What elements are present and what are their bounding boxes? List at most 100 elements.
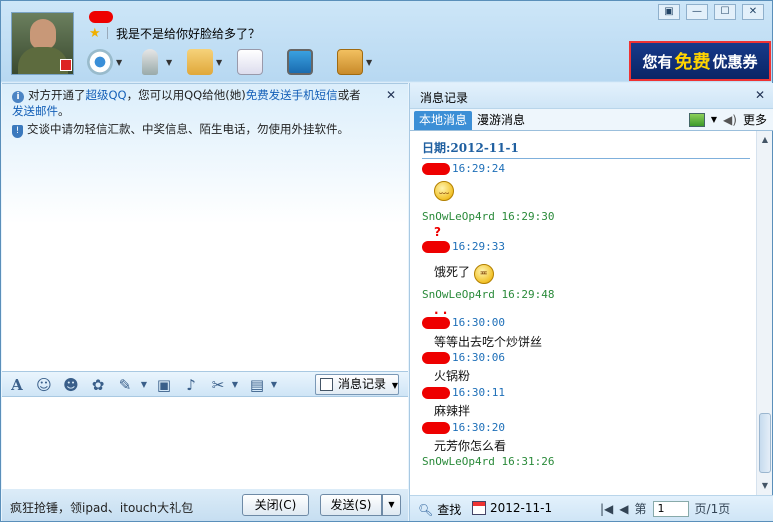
scroll-up-icon[interactable]: ▲	[758, 133, 772, 147]
message-time: 16:29:24	[452, 162, 505, 175]
list-item: 麻辣拌	[422, 402, 752, 420]
promo-link[interactable]: 疯狂抢锤，领ipad、itouch大礼包	[10, 499, 193, 516]
sender-name-redacted	[422, 351, 450, 364]
chevron-down-icon[interactable]: ▼	[711, 115, 717, 124]
sender-name-redacted	[422, 240, 450, 253]
history-close-button[interactable]: ✕	[755, 88, 765, 102]
message-history-panel: 消息记录 ✕ 本地消息 漫游消息 ▼ ◀) 更多 日期:2012-11-1 16…	[409, 83, 773, 521]
apps-button[interactable]	[237, 47, 283, 77]
super-qq-link[interactable]: 超级QQ	[86, 88, 127, 102]
tab-local-messages[interactable]: 本地消息	[414, 111, 473, 130]
minimize-button[interactable]: —	[686, 4, 708, 20]
remote-assist-button[interactable]	[287, 47, 333, 77]
prev-page-icon[interactable]: ◀	[619, 502, 628, 516]
message-record-button[interactable]: 消息记录 ▼	[315, 374, 399, 395]
history-footer: 🔍︎ 查找 2012-11-1 |◀ ◀ 第 页/1页	[410, 495, 773, 521]
speaker-icon[interactable]: ◀)	[723, 113, 737, 127]
maximize-button[interactable]: ☐	[714, 4, 736, 20]
sender-name-redacted	[422, 421, 450, 434]
voice-call-button[interactable]: ▼	[137, 47, 183, 77]
message-text: ?	[434, 225, 441, 239]
scribble-icon[interactable]: ✎	[116, 376, 134, 394]
list-item: . .	[422, 303, 752, 317]
info-icon: i	[12, 91, 24, 103]
video-call-button[interactable]: ▼	[87, 47, 133, 77]
contact-avatar[interactable]	[11, 12, 74, 75]
webcam-icon	[87, 49, 113, 75]
close-window-button[interactable]: ✕	[742, 4, 764, 20]
history-scrollbar[interactable]: ▲ ▼	[756, 131, 772, 495]
send-button[interactable]: 发送(S)	[320, 494, 382, 516]
chevron-down-icon: ▼	[391, 381, 398, 390]
shield-icon: !	[12, 125, 23, 138]
contact-name-redacted	[89, 11, 113, 23]
first-page-icon[interactable]: |◀	[600, 502, 613, 516]
more-apps-button[interactable]: ▼	[337, 47, 383, 77]
star-icon: ★	[89, 26, 101, 41]
emoji-icon[interactable]: ☺	[35, 376, 53, 394]
coupon-ad-banner[interactable]: 您有 免费 优惠券	[629, 41, 771, 81]
more-button[interactable]: 更多	[743, 111, 767, 128]
chat-footer: 疯狂抢锤，领ipad、itouch大礼包 关闭(C) 发送(S) ▼	[2, 489, 408, 521]
avatar-face	[30, 19, 56, 49]
message-time: 16:30:06	[452, 351, 505, 364]
message-time: SnOwLeOp4rd 16:29:30	[422, 210, 555, 223]
export-icon[interactable]	[688, 112, 705, 127]
history-tools: ▼ ◀) 更多	[688, 111, 767, 128]
close-button[interactable]: 关闭(C)	[242, 494, 309, 516]
chevron-down-icon[interactable]: ▼	[135, 376, 153, 394]
message-input[interactable]	[2, 397, 408, 489]
sender-name-redacted	[422, 162, 450, 175]
free-sms-link[interactable]: 免费发送手机短信	[246, 88, 338, 102]
chevron-down-icon[interactable]: ▼	[265, 376, 283, 394]
search-button[interactable]: 🔍︎ 查找	[418, 501, 461, 518]
list-item: 16:29:24	[422, 161, 752, 181]
list-item: SnOwLeOp4rd 16:31:26	[422, 454, 752, 470]
date-picker[interactable]: 2012-11-1	[472, 501, 552, 515]
history-message-list: 16:29:24 ﹏ SnOwLeOp4rd 16:29:30 ? 16:29:…	[422, 161, 752, 470]
ad-text-highlight: 免费	[674, 52, 711, 73]
format-toolbar: A ☺ ☻ ✿ ✎ ▼ ▣ ♪ ✂ ▼ ▤ ▼ 消息记录 ▼	[2, 371, 408, 397]
monitor-icon	[287, 49, 313, 75]
list-item: 火锅粉	[422, 367, 752, 385]
music-icon[interactable]: ♪	[182, 376, 200, 394]
message-text: 元芳你怎么看	[434, 439, 507, 453]
notice-text: 或者	[337, 88, 361, 102]
notebook-icon	[337, 49, 363, 75]
chevron-down-icon[interactable]: ▼	[166, 58, 172, 67]
avatar-badge	[60, 59, 72, 71]
chevron-down-icon[interactable]: ▼	[216, 58, 222, 67]
scissors-icon[interactable]: ✂	[209, 376, 227, 394]
sender-name-redacted	[422, 386, 450, 399]
tab-roaming-messages[interactable]: 漫游消息	[472, 111, 530, 130]
contact-signature: 我是不是给你好脸给多了？	[116, 27, 261, 41]
send-file-button[interactable]: ▼	[187, 47, 233, 77]
page-number-input[interactable]	[652, 500, 689, 517]
page-prefix: 第	[634, 502, 647, 516]
chat-window: ★ 我是不是给你好脸给多了？ ▼ ▼ ▼ ▼ 您有 免费 优惠券 ▣ — ☐ ✕…	[0, 0, 773, 522]
qq-notice: i 对方开通了超级QQ，您可以用QQ给他(她)免费发送手机短信或者 发送邮件。	[12, 87, 384, 119]
font-icon[interactable]: A	[8, 376, 26, 394]
chevron-down-icon[interactable]: ▼	[366, 58, 372, 67]
microphone-icon	[142, 49, 158, 75]
send-options-dropdown[interactable]: ▼	[382, 494, 401, 516]
message-text: 麻辣拌	[434, 404, 471, 418]
skin-button[interactable]: ▣	[658, 4, 680, 20]
app-list-icon	[237, 49, 263, 75]
history-date: 日期:2012-11-1	[422, 141, 519, 155]
message-text: 饿死了	[434, 265, 471, 279]
scroll-down-icon[interactable]: ▼	[758, 479, 772, 493]
sender-name-redacted	[422, 316, 450, 329]
list-item: 等等出去吃个炒饼丝	[422, 333, 752, 350]
briefcase-icon[interactable]: ▤	[248, 376, 266, 394]
list-item: 16:30:20	[422, 420, 752, 437]
send-email-link[interactable]: 发送邮件	[12, 104, 58, 118]
window-controls: ▣ — ☐ ✕	[658, 4, 764, 20]
vibrate-icon[interactable]: ☻	[62, 376, 80, 394]
scroll-thumb[interactable]	[759, 413, 771, 473]
image-icon[interactable]: ▣	[155, 376, 173, 394]
magic-emoticon-icon[interactable]: ✿	[89, 376, 107, 394]
chevron-down-icon[interactable]: ▼	[226, 376, 244, 394]
chevron-down-icon[interactable]: ▼	[116, 58, 122, 67]
notice-close-button[interactable]: ✕	[386, 88, 396, 102]
